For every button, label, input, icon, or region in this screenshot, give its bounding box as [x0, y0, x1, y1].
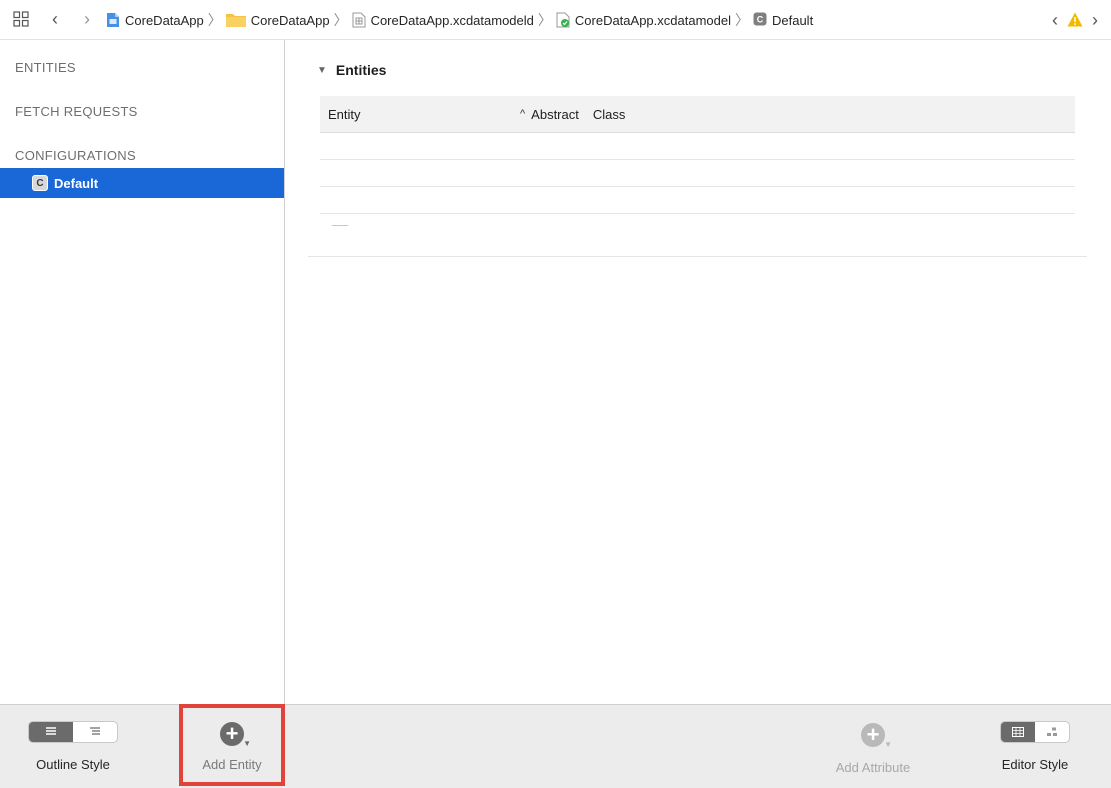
dropdown-caret-icon: ▼ — [243, 739, 251, 748]
table-bottom-divider — [308, 256, 1087, 257]
sidebar-item-label: Default — [54, 175, 99, 191]
add-attribute-button[interactable]: + ▼ Add Attribute — [818, 721, 928, 775]
breadcrumb-model-bundle[interactable]: CoreDataApp.xcdatamodeld — [352, 12, 534, 28]
issue-navigator: ‹ › — [1049, 10, 1101, 31]
jump-bar: ‹ › CoreDataApp 〉 CoreDataApp 〉 CoreData… — [0, 0, 1111, 40]
sidebar-section-entities[interactable]: ENTITIES — [15, 60, 76, 75]
sidebar-section-fetch-requests[interactable]: FETCH REQUESTS — [15, 104, 138, 119]
breadcrumb-separator-icon: 〉 — [207, 12, 222, 28]
add-attribute-label: Add Attribute — [835, 760, 911, 775]
editor-style-segmented-control — [1000, 721, 1070, 743]
breadcrumb-configuration[interactable]: C Default — [753, 12, 813, 28]
breadcrumb: CoreDataApp 〉 CoreDataApp 〉 CoreDataApp.… — [106, 0, 813, 40]
table-row — [320, 160, 1075, 187]
breadcrumb-project[interactable]: CoreDataApp — [106, 12, 204, 28]
breadcrumb-separator-icon: 〉 — [734, 12, 749, 28]
disclosure-triangle-icon[interactable]: ▼ — [317, 65, 327, 76]
hierarchy-list-icon[interactable] — [73, 722, 117, 742]
entities-section-header[interactable]: ▼ Entities — [317, 62, 386, 78]
previous-issue-button[interactable]: ‹ — [1049, 10, 1061, 31]
dropdown-caret-icon: ▼ — [884, 740, 892, 749]
model-bundle-icon — [352, 12, 366, 28]
table-row — [320, 187, 1075, 214]
graph-style-icon[interactable] — [1035, 722, 1069, 742]
breadcrumb-label: Default — [771, 12, 814, 28]
outline-sidebar: ENTITIES FETCH REQUESTS CONFIGURATIONS C… — [0, 40, 285, 704]
outline-style-label: Outline Style — [36, 757, 110, 772]
forward-button[interactable]: › — [80, 9, 94, 29]
flat-list-icon[interactable] — [29, 722, 73, 742]
breadcrumb-label: CoreDataApp.xcdatamodeld — [370, 12, 534, 28]
next-issue-button[interactable]: › — [1089, 10, 1101, 31]
add-entity-label: Add Entity — [202, 757, 262, 772]
breadcrumb-datamodel[interactable]: CoreDataApp.xcdatamodel — [556, 12, 731, 28]
sort-ascending-icon: ^ — [520, 108, 526, 120]
breadcrumb-label: CoreDataApp — [125, 12, 204, 28]
project-file-icon — [106, 12, 120, 28]
warning-icon[interactable] — [1067, 12, 1083, 30]
add-entity-button[interactable]: + ▼ Add Entity — [179, 704, 285, 786]
sidebar-item-default[interactable]: C Default — [0, 168, 284, 198]
model-editor: ▼ Entities Entity ^ Abstract Class — [286, 40, 1111, 704]
column-header-entity[interactable]: Entity — [320, 107, 520, 122]
table-row — [320, 133, 1075, 160]
column-header-abstract[interactable]: Abstract — [531, 107, 579, 122]
breadcrumb-separator-icon: 〉 — [333, 12, 348, 28]
table-header: Entity ^ Abstract Class — [320, 96, 1075, 133]
breadcrumb-label: CoreDataApp — [250, 12, 330, 28]
column-header-class[interactable]: Class — [593, 107, 626, 122]
breadcrumb-folder[interactable]: CoreDataApp — [225, 12, 330, 28]
table-style-icon[interactable] — [1001, 722, 1035, 742]
folder-icon — [225, 12, 246, 28]
breadcrumb-separator-icon: 〉 — [537, 12, 552, 28]
outline-style-control: Outline Style — [18, 721, 128, 772]
bottom-toolbar: Outline Style + ▼ Add Entity + ▼ Add Attri… — [0, 704, 1111, 788]
entities-table: Entity ^ Abstract Class — [320, 96, 1075, 214]
editor-style-label: Editor Style — [1001, 757, 1069, 772]
svg-text:C: C — [757, 15, 764, 25]
configuration-icon: C — [753, 12, 767, 28]
empty-placeholder-dash — [332, 225, 348, 226]
sidebar-section-configurations[interactable]: CONFIGURATIONS — [15, 148, 136, 163]
configuration-icon: C — [32, 175, 48, 191]
section-title: Entities — [335, 62, 387, 78]
add-icon: + ▼ — [220, 722, 251, 748]
breadcrumb-label: CoreDataApp.xcdatamodel — [574, 12, 731, 28]
back-button[interactable]: ‹ — [48, 9, 62, 29]
add-icon: + ▼ — [861, 723, 892, 749]
editor-style-control: Editor Style — [980, 721, 1090, 772]
outline-style-segmented-control — [28, 721, 118, 743]
datamodel-file-icon — [556, 12, 570, 28]
related-items-grid-icon[interactable] — [13, 11, 29, 27]
